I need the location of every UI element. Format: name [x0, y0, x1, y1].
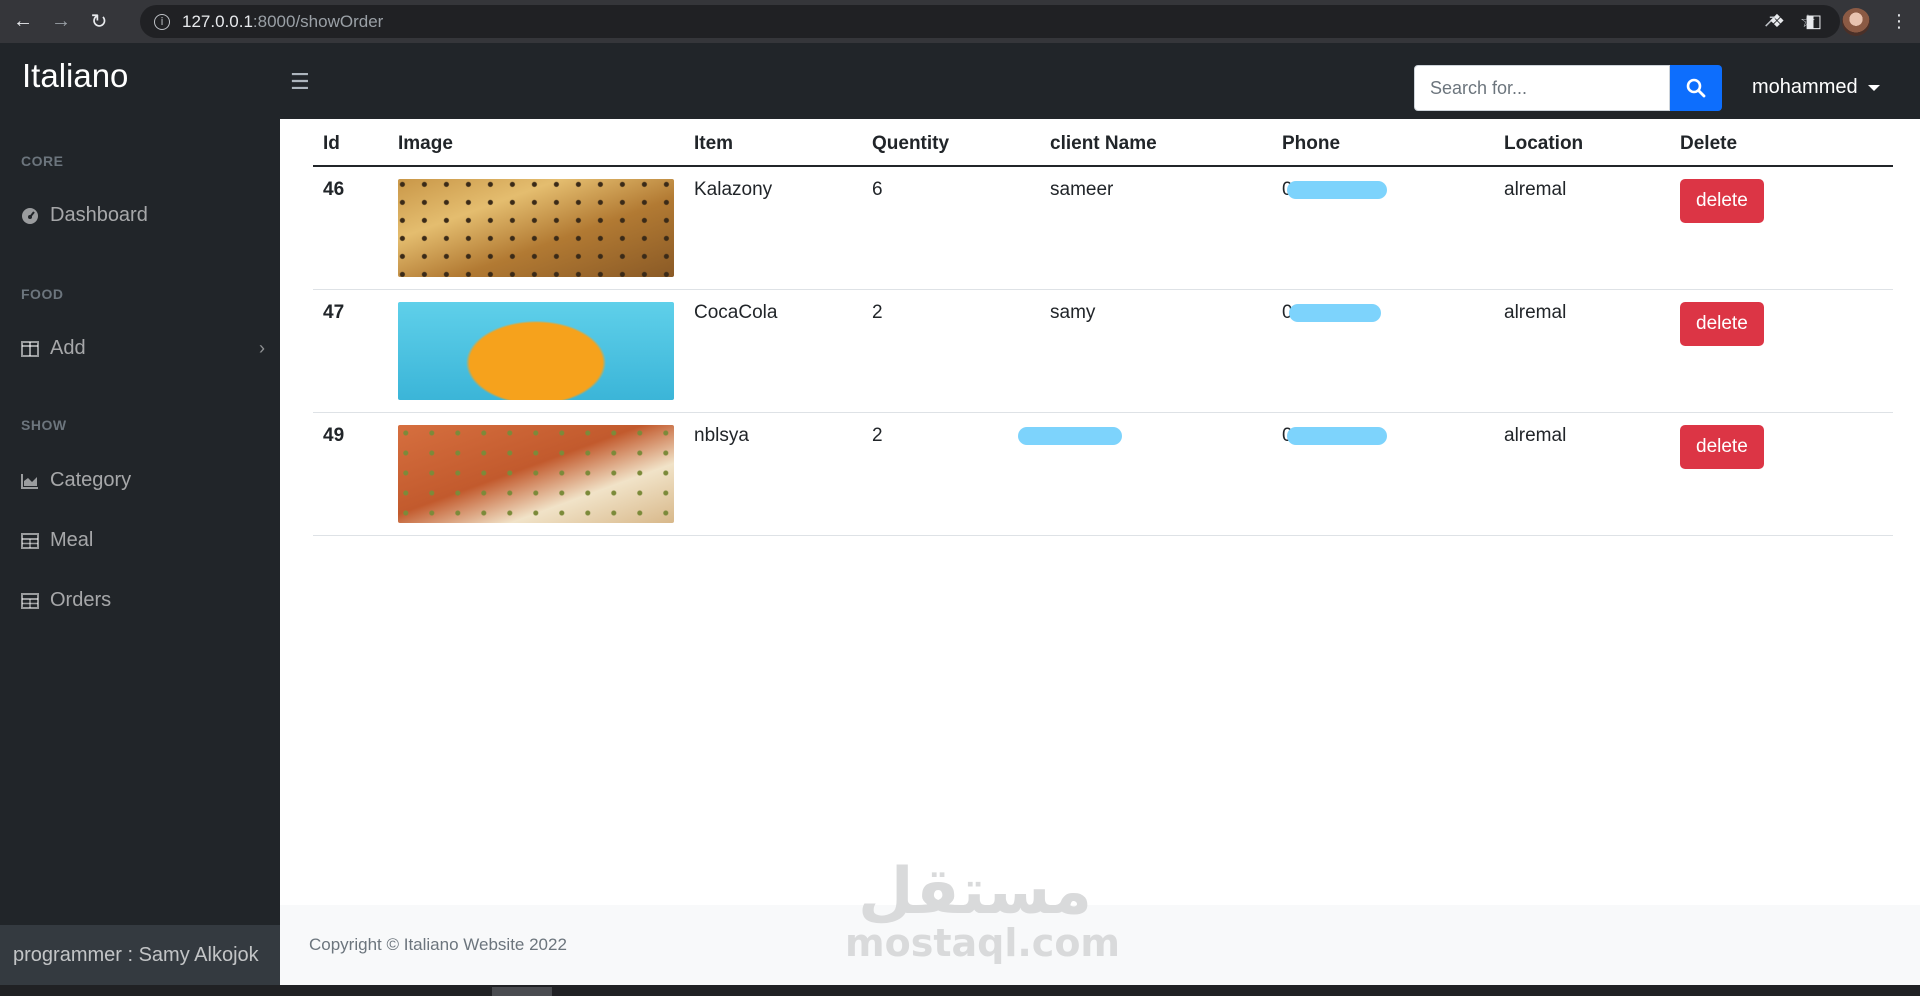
column-header-item: Item — [684, 119, 862, 167]
table-row: 46 Kalazony 6 sameer 0 alremal delete — [313, 166, 1893, 290]
order-quantity: 2 — [862, 289, 1040, 413]
columns-icon — [20, 340, 40, 357]
delete-button[interactable]: delete — [1680, 179, 1764, 223]
sidebar-item-label: Orders — [50, 589, 112, 611]
search-button[interactable] — [1670, 65, 1722, 111]
chevron-right-icon: › — [259, 338, 265, 358]
mostaql-watermark: مستقل mostaql.com — [845, 855, 1121, 965]
food-image-kalazony — [398, 179, 674, 277]
sidebar-item-label: Dashboard — [50, 204, 148, 226]
sidebar-heading-core: CORE — [21, 153, 64, 169]
redacted-phone — [1286, 180, 1387, 199]
side-panel-icon[interactable]: ◧ — [1805, 11, 1822, 32]
column-header-client-name: client Name — [1040, 119, 1272, 167]
delete-button[interactable]: delete — [1680, 425, 1764, 469]
horizontal-scrollbar[interactable] — [0, 985, 1920, 996]
back-arrow-icon[interactable]: ← — [8, 7, 38, 37]
food-image-nblsya — [398, 425, 674, 523]
orders-table: Id Image Item Quentity client Name Phone… — [313, 119, 1893, 536]
order-delete-cell: delete — [1670, 166, 1893, 290]
forward-arrow-icon[interactable]: → — [46, 7, 76, 37]
table-row: 49 nblsya 2 0 alremal delete — [313, 412, 1893, 536]
more-menu-icon[interactable]: ⋮ — [1890, 11, 1908, 32]
sidebar-item-label: Meal — [50, 529, 94, 551]
page-footer: Copyright © Italiano Website 2022 مستقل … — [280, 860, 1920, 985]
order-phone: 0 — [1272, 289, 1494, 413]
scrollbar-thumb[interactable] — [492, 987, 552, 996]
sidebar-toggle-hamburger-icon[interactable]: ☰ — [290, 69, 310, 95]
order-location: alremal — [1494, 289, 1670, 413]
sidebar-item-label: Category — [50, 469, 132, 491]
search-icon — [1686, 78, 1706, 98]
order-client-name — [1018, 412, 1272, 536]
order-item: CocaCola — [684, 289, 862, 413]
table-icon — [20, 592, 40, 609]
order-quantity: 2 — [862, 412, 1040, 536]
sidebar-item-dashboard[interactable]: Dashboard — [20, 204, 265, 227]
delete-button[interactable]: delete — [1680, 302, 1764, 346]
sidebar-item-add[interactable]: Add › — [20, 337, 265, 360]
search-form — [1414, 65, 1722, 111]
order-phone: 0 — [1272, 166, 1494, 290]
dashboard-icon — [20, 207, 40, 225]
browser-toolbar: ← → ↻ i 127.0.0.1:8000/showOrder ↗ ☆ ❖ ◧… — [0, 0, 1920, 43]
column-header-quantity: Quentity — [862, 119, 1040, 167]
order-item: nblsya — [684, 412, 862, 536]
order-id: 49 — [313, 412, 388, 536]
site-info-icon[interactable]: i — [154, 13, 170, 30]
chart-area-icon — [20, 473, 40, 489]
redacted-phone — [1286, 426, 1387, 445]
order-image-cell — [388, 412, 684, 536]
sidebar-heading-show: SHOW — [21, 417, 67, 433]
order-location: alremal — [1494, 166, 1670, 290]
sidebar-heading-food: FOOD — [21, 286, 64, 302]
order-image-cell — [388, 289, 684, 413]
food-image-cocacola — [398, 302, 674, 400]
order-image-cell — [388, 166, 684, 290]
order-id: 46 — [313, 166, 388, 290]
order-quantity: 6 — [862, 166, 1040, 290]
sidebar: CORE Dashboard FOOD Add › SHOW Category … — [0, 119, 280, 925]
column-header-image: Image — [388, 119, 684, 167]
search-input[interactable] — [1414, 65, 1670, 111]
user-name: mohammed — [1752, 76, 1858, 98]
order-item: Kalazony — [684, 166, 862, 290]
sidebar-item-category[interactable]: Category — [20, 469, 265, 492]
column-header-phone: Phone — [1272, 119, 1494, 167]
extensions-puzzle-icon[interactable]: ❖ — [1769, 11, 1785, 32]
column-header-location: Location — [1494, 119, 1670, 167]
table-row: 47 CocaCola 2 samy 0 alremal delete — [313, 289, 1893, 413]
table-icon — [20, 532, 40, 549]
column-header-id: Id — [313, 119, 388, 167]
sidebar-footer-credit: programmer : Samy Alkojok — [0, 925, 280, 985]
user-dropdown[interactable]: mohammed — [1752, 76, 1880, 99]
order-location: alremal — [1494, 412, 1670, 536]
profile-avatar[interactable] — [1842, 7, 1870, 36]
order-client-name: sameer — [1040, 166, 1272, 290]
sidebar-item-label: Add — [50, 337, 86, 359]
sidebar-item-orders[interactable]: Orders — [20, 589, 265, 612]
order-id: 47 — [313, 289, 388, 413]
watermark-latin: mostaql.com — [845, 921, 1121, 965]
chevron-down-icon — [1867, 84, 1880, 91]
order-delete-cell: delete — [1670, 412, 1893, 536]
url-path: :8000/showOrder — [252, 11, 384, 31]
table-header-row: Id Image Item Quentity client Name Phone… — [313, 119, 1893, 167]
order-delete-cell: delete — [1670, 289, 1893, 413]
brand-logo[interactable]: Italiano — [22, 57, 128, 95]
order-client-name: samy — [1040, 289, 1272, 413]
address-bar[interactable]: i 127.0.0.1:8000/showOrder ↗ ☆ — [140, 5, 1840, 38]
url-host: 127.0.0.1 — [182, 11, 253, 31]
reload-icon[interactable]: ↻ — [84, 7, 114, 37]
copyright-text: Copyright © Italiano Website 2022 — [309, 935, 567, 954]
order-phone: 0 — [1272, 412, 1494, 536]
main-content: Id Image Item Quentity client Name Phone… — [280, 119, 1920, 985]
watermark-arabic: مستقل — [857, 855, 1093, 929]
sidebar-item-meal[interactable]: Meal — [20, 529, 265, 552]
top-navbar: Italiano ☰ mohammed — [0, 43, 1920, 119]
redacted-client-name — [1018, 426, 1122, 445]
redacted-phone — [1288, 303, 1381, 322]
column-header-delete: Delete — [1670, 119, 1893, 167]
